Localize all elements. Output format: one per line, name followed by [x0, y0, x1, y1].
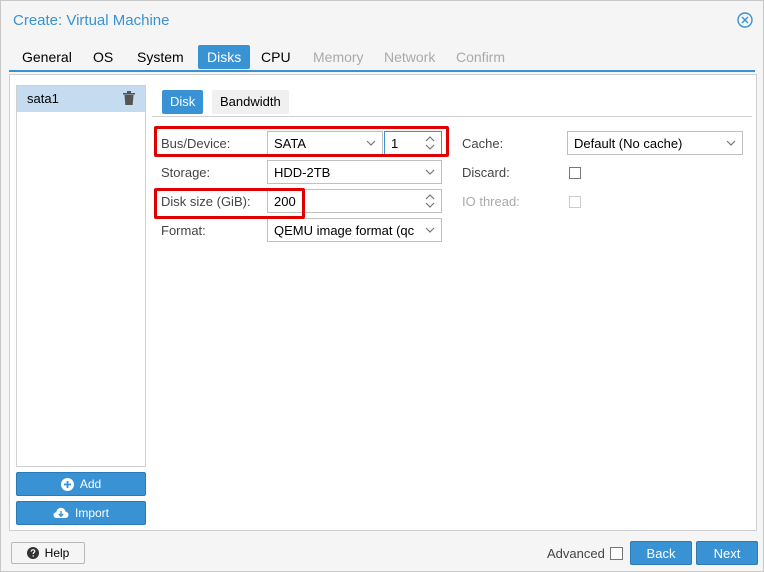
- advanced-label: Advanced: [547, 546, 605, 561]
- disk-size-input[interactable]: 200: [267, 189, 442, 213]
- device-number-input[interactable]: 1: [384, 131, 442, 155]
- tab-general[interactable]: General: [13, 45, 81, 69]
- subtab-disk[interactable]: Disk: [162, 90, 204, 114]
- tab-underline: [9, 70, 755, 72]
- spinner-icon[interactable]: [425, 135, 435, 151]
- io-thread-checkbox: [569, 196, 581, 208]
- back-button[interactable]: Back: [630, 541, 692, 565]
- help-button-label: Help: [44, 546, 70, 560]
- dialog-title: Create: Virtual Machine: [13, 12, 170, 29]
- plus-circle-icon: [60, 477, 74, 491]
- title-bar: Create: Virtual Machine: [1, 1, 763, 39]
- trash-icon[interactable]: [123, 91, 135, 105]
- create-vm-dialog: Create: Virtual Machine General OS Syste…: [0, 0, 764, 572]
- tab-confirm: Confirm: [456, 49, 506, 65]
- disks-panel: sata1 Add Import Disk Bandwidth Bus/Devi…: [9, 74, 757, 531]
- spinner-icon[interactable]: [425, 193, 435, 209]
- device-value: 1: [391, 136, 399, 151]
- tab-system[interactable]: System: [128, 45, 193, 69]
- storage-select[interactable]: HDD-2TB: [267, 160, 442, 184]
- disk-item-label: sata1: [27, 91, 59, 106]
- cache-label: Cache:: [462, 136, 504, 151]
- subtab-bandwidth[interactable]: Bandwidth: [212, 90, 289, 114]
- chevron-down-icon: [726, 140, 736, 146]
- add-button[interactable]: Add: [16, 472, 146, 496]
- bus-value: SATA: [274, 136, 307, 151]
- subtab-underline: [152, 116, 752, 117]
- discard-label: Discard:: [462, 165, 510, 180]
- add-button-label: Add: [79, 477, 102, 491]
- disk-size-value: 200: [274, 194, 296, 209]
- bus-select[interactable]: SATA: [267, 131, 383, 155]
- cloud-download-icon: [53, 507, 69, 518]
- list-item[interactable]: sata1: [17, 86, 145, 112]
- advanced-checkbox[interactable]: [610, 547, 623, 560]
- disk-size-label: Disk size (GiB):: [161, 194, 251, 209]
- format-value: QEMU image format (qc: [274, 223, 415, 238]
- discard-checkbox[interactable]: [569, 167, 581, 179]
- chevron-down-icon: [366, 140, 376, 146]
- help-button[interactable]: Help: [11, 542, 85, 564]
- cache-select[interactable]: Default (No cache): [567, 131, 743, 155]
- chevron-down-icon: [425, 227, 435, 233]
- tab-disks[interactable]: Disks: [198, 45, 251, 69]
- format-label: Format:: [161, 223, 206, 238]
- tab-os[interactable]: OS: [84, 45, 122, 69]
- chevron-down-icon: [425, 169, 435, 175]
- format-select[interactable]: QEMU image format (qc: [267, 218, 442, 242]
- disk-list: sata1: [16, 85, 146, 467]
- import-button[interactable]: Import: [16, 501, 146, 525]
- tab-cpu[interactable]: CPU: [252, 45, 300, 69]
- bus-device-label: Bus/Device:: [161, 136, 231, 151]
- cache-value: Default (No cache): [574, 136, 683, 151]
- storage-value: HDD-2TB: [274, 165, 331, 180]
- import-button-label: Import: [74, 506, 109, 520]
- storage-label: Storage:: [161, 165, 211, 180]
- tab-network: Network: [384, 49, 436, 65]
- io-thread-label: IO thread:: [462, 194, 520, 209]
- close-icon[interactable]: [737, 12, 753, 28]
- dialog-footer: Help Advanced Back Next: [1, 535, 763, 571]
- question-circle-icon: [26, 547, 39, 559]
- next-button[interactable]: Next: [696, 541, 758, 565]
- tab-memory: Memory: [313, 49, 364, 65]
